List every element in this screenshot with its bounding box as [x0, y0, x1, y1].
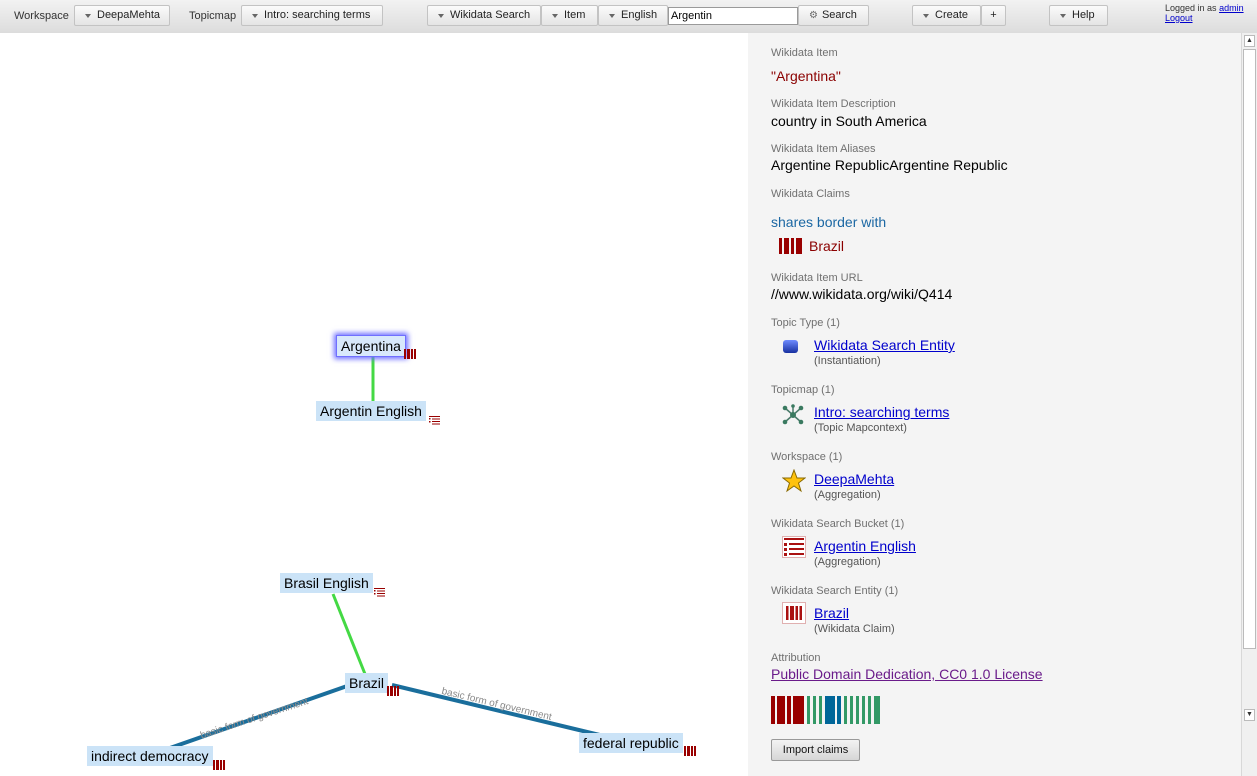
scroll-down-icon[interactable]: ▼ — [1244, 709, 1255, 721]
wikidata-logo-icon — [771, 696, 880, 724]
wikidata-entity-icon — [387, 686, 399, 696]
topic-federal-republic[interactable]: federal republic — [579, 733, 683, 753]
scroll-thumb[interactable] — [1243, 49, 1256, 649]
field-label: Wikidata Search Bucket (1) — [771, 518, 905, 530]
topic-argentina[interactable]: Argentina — [336, 335, 406, 357]
license-link[interactable]: Public Domain Dedication, CC0 1.0 Licens… — [771, 666, 1043, 682]
workspace-label: Workspace — [14, 10, 69, 22]
chevron-down-icon — [923, 13, 929, 18]
detail-panel-scrollbar[interactable]: ▲ ▼ — [1241, 33, 1257, 776]
topic-brazil[interactable]: Brazil — [345, 673, 389, 693]
create-menu-label: Create — [935, 9, 969, 21]
field-label: Topic Type (1) — [771, 317, 840, 329]
search-type-label: Wikidata Search — [450, 9, 531, 21]
search-button-label: Search — [821, 9, 857, 21]
add-button[interactable]: + — [981, 5, 1006, 26]
field-label: Workspace (1) — [771, 451, 843, 463]
plus-icon: + — [990, 9, 997, 21]
claim-property: shares border with — [771, 214, 887, 230]
search-language-menu[interactable]: English — [598, 5, 668, 26]
topic-label: indirect democracy — [91, 748, 209, 764]
description-value: country in South America — [771, 113, 927, 129]
topic-indirect-democracy[interactable]: indirect democracy — [87, 746, 213, 766]
topicmap-link[interactable]: Intro: searching terms — [814, 404, 949, 420]
relation-type: (Aggregation) — [814, 489, 881, 501]
star-icon — [782, 469, 806, 493]
detail-panel: Wikidata Item "Argentina" Wikidata Item … — [748, 33, 1241, 776]
chevron-down-icon — [438, 13, 444, 18]
wikidata-entity-icon — [213, 760, 225, 770]
aliases-value: Argentine RepublicArgentine Republic — [771, 157, 1008, 173]
topicmap-label: Topicmap — [189, 10, 237, 22]
wikidata-entity-icon — [779, 238, 802, 254]
entity-link[interactable]: Brazil — [814, 605, 849, 621]
field-label: Wikidata Item Description — [771, 98, 896, 110]
toolbar: Workspace DeepaMehta Topicmap Intro: sea… — [0, 0, 1257, 34]
edge-brasil-bucket[interactable] — [331, 593, 367, 675]
chevron-down-icon — [552, 13, 558, 18]
claim-value[interactable]: Brazil — [809, 238, 844, 254]
wikidata-entity-icon — [404, 349, 416, 359]
topic-label: federal republic — [583, 735, 679, 751]
search-bucket-icon — [782, 536, 806, 558]
topic-brasil-english[interactable]: Brasil English — [280, 573, 373, 593]
login-text: Logged in as — [1165, 3, 1217, 13]
logout-link[interactable]: Logout — [1165, 13, 1193, 23]
relation-type: (Aggregation) — [814, 556, 881, 568]
help-menu[interactable]: Help — [1049, 5, 1108, 26]
bucket-link[interactable]: Argentin English — [814, 538, 916, 554]
item-value: "Argentina" — [771, 68, 841, 84]
workspace-menu[interactable]: DeepaMehta — [74, 5, 170, 26]
search-language-label: English — [621, 9, 658, 21]
chevron-down-icon — [85, 13, 91, 18]
search-button[interactable]: ⚙ Search — [798, 5, 869, 26]
import-claims-button[interactable]: Import claims — [771, 739, 860, 761]
topic-label: Brazil — [349, 675, 385, 691]
search-bucket-icon — [374, 588, 385, 597]
topic-label: Brasil English — [284, 575, 369, 591]
wikidata-entity-icon — [684, 746, 696, 756]
user-link[interactable]: admin — [1219, 3, 1244, 13]
relation-type: (Wikidata Claim) — [814, 623, 895, 635]
chevron-down-icon — [252, 13, 258, 18]
search-input[interactable] — [668, 7, 798, 25]
field-label: Wikidata Item Aliases — [771, 143, 876, 155]
chevron-down-icon — [1060, 13, 1066, 18]
scroll-up-icon[interactable]: ▲ — [1244, 35, 1255, 47]
workspace-menu-label: DeepaMehta — [97, 9, 160, 21]
topic-type-icon — [783, 340, 798, 353]
wikidata-entity-icon — [782, 602, 806, 624]
topic-type-link[interactable]: Wikidata Search Entity — [814, 337, 955, 353]
field-label: Wikidata Claims — [771, 188, 850, 200]
search-bucket-icon — [429, 416, 440, 425]
topicmap-menu-label: Intro: searching terms — [264, 9, 371, 21]
topicmap-canvas[interactable]: basic form of government basic form of g… — [0, 33, 748, 776]
field-label: Topicmap (1) — [771, 384, 835, 396]
login-status: Logged in as admin Logout — [1165, 3, 1244, 23]
relation-type: (Instantiation) — [814, 355, 881, 367]
field-label: Attribution — [771, 652, 821, 664]
topicmap-icon — [782, 404, 804, 425]
field-label: Wikidata Item — [771, 47, 838, 59]
field-label: Wikidata Search Entity (1) — [771, 585, 899, 597]
topic-label: Argentin English — [320, 403, 422, 419]
topic-label: Argentina — [341, 338, 401, 354]
workspace-link[interactable]: DeepaMehta — [814, 471, 894, 487]
relation-type: (Topic Mapcontext) — [814, 422, 907, 434]
topicmap-menu[interactable]: Intro: searching terms — [241, 5, 383, 26]
gear-icon: ⚙ — [809, 10, 818, 21]
search-entity-menu[interactable]: Item — [541, 5, 598, 26]
topic-argentin-english[interactable]: Argentin English — [316, 401, 426, 421]
create-menu[interactable]: Create — [912, 5, 981, 26]
search-entity-label: Item — [564, 9, 586, 21]
help-menu-label: Help — [1072, 9, 1095, 21]
url-value: //www.wikidata.org/wiki/Q414 — [771, 286, 953, 302]
search-type-menu[interactable]: Wikidata Search — [427, 5, 541, 26]
chevron-down-icon — [609, 13, 615, 18]
field-label: Wikidata Item URL — [771, 272, 863, 284]
